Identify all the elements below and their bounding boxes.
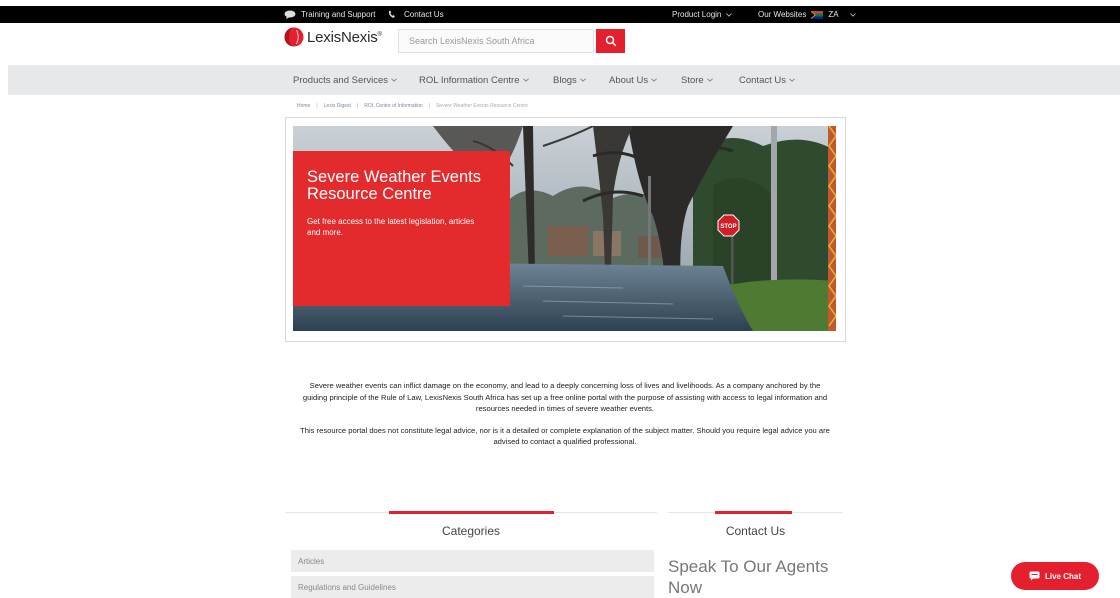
lexisnexis-logo-mark-icon bbox=[284, 27, 304, 47]
breadcrumb: Home | Lexis Digest | ROL Centre of Info… bbox=[297, 103, 528, 109]
chevron-down-icon bbox=[706, 78, 713, 82]
contact-us-top-link[interactable]: Contact Us bbox=[387, 6, 444, 23]
breadcrumb-current: Severe Weather Events Resource Centre bbox=[435, 103, 528, 109]
breadcrumb-separator: | bbox=[316, 103, 318, 109]
nav-products-services[interactable]: Products and Services bbox=[293, 65, 397, 95]
main-navigation: Products and Services ROL Information Ce… bbox=[8, 65, 1120, 95]
breadcrumb-lexis-digest[interactable]: Lexis Digest bbox=[324, 103, 351, 109]
breadcrumb-home[interactable]: Home bbox=[297, 103, 310, 109]
search-input[interactable]: Search LexisNexis South Africa bbox=[398, 29, 594, 53]
hero-title: Severe Weather Events Resource Centre bbox=[307, 168, 481, 203]
contact-heading: Speak To Our Agents Now bbox=[668, 557, 829, 597]
product-login-dropdown[interactable]: Product Login bbox=[672, 6, 733, 23]
nav-store[interactable]: Store bbox=[681, 65, 713, 95]
categories-title: Categories bbox=[441, 524, 501, 538]
breadcrumb-separator: | bbox=[356, 103, 359, 109]
category-item-label: Articles bbox=[298, 556, 325, 566]
top-utility-bar: Training and Support Contact Us Product … bbox=[0, 6, 1120, 23]
nav-about-us[interactable]: About Us bbox=[609, 65, 657, 95]
search-placeholder: Search LexisNexis South Africa bbox=[409, 36, 535, 46]
live-chat-button[interactable]: Live Chat bbox=[1011, 562, 1099, 590]
nav-label: Blogs bbox=[553, 74, 577, 86]
chevron-down-icon bbox=[579, 78, 586, 82]
intro-paragraph-1: Severe weather events can inflict damage… bbox=[302, 381, 828, 413]
training-support-link[interactable]: Training and Support bbox=[284, 6, 375, 23]
chevron-down-icon bbox=[651, 78, 657, 82]
lexisnexis-logo[interactable]: LexisNexis® bbox=[284, 27, 382, 47]
intro-text: Severe weather events can inflict damage… bbox=[300, 380, 830, 448]
live-chat-label: Live Chat bbox=[1044, 571, 1081, 581]
nav-label: About Us bbox=[609, 74, 649, 86]
nav-rol-information-centre[interactable]: ROL Information Centre bbox=[419, 65, 529, 95]
hero-text-panel: Severe Weather Events Resource Centre Ge… bbox=[293, 151, 510, 306]
product-login-label: Product Login bbox=[672, 10, 722, 19]
hero-subtitle: Get free access to the latest legislatio… bbox=[307, 217, 475, 237]
search-icon bbox=[605, 35, 616, 47]
our-websites-dropdown[interactable]: Our Websites ZA bbox=[758, 6, 856, 23]
stop-sign-text: STOP bbox=[720, 224, 736, 230]
chat-icon bbox=[1029, 571, 1040, 581]
breadcrumb-rol-centre[interactable]: ROL Centre of Information bbox=[364, 103, 422, 109]
contact-accent-bar bbox=[715, 511, 792, 514]
our-websites-label: Our Websites bbox=[758, 10, 807, 19]
south-africa-flag-icon bbox=[811, 10, 824, 19]
chat-bubble-icon bbox=[284, 10, 296, 19]
chevron-down-icon bbox=[849, 12, 856, 17]
nav-label: Contact Us bbox=[739, 74, 786, 86]
nav-blogs[interactable]: Blogs bbox=[553, 65, 586, 95]
phone-icon bbox=[388, 10, 395, 18]
chevron-down-icon bbox=[726, 12, 733, 17]
category-item-label: Regulations and Guidelines bbox=[298, 582, 396, 592]
categories-accent-bar bbox=[389, 511, 554, 514]
category-item-regulations[interactable]: Regulations and Guidelines bbox=[291, 576, 654, 598]
intro-paragraph-2: This resource portal does not constitute… bbox=[300, 425, 830, 447]
contact-title: Contact Us bbox=[725, 524, 786, 538]
contact-us-top-label: Contact Us bbox=[404, 10, 444, 19]
nav-contact-us[interactable]: Contact Us bbox=[739, 65, 795, 95]
nav-label: ROL Information Centre bbox=[419, 74, 520, 86]
country-code: ZA bbox=[828, 10, 839, 19]
training-support-label: Training and Support bbox=[301, 10, 376, 19]
nav-label: Products and Services bbox=[293, 74, 389, 86]
search-button[interactable] bbox=[596, 29, 625, 53]
chevron-down-icon bbox=[789, 78, 795, 82]
nav-label: Store bbox=[681, 74, 704, 86]
category-item-articles[interactable]: Articles bbox=[291, 550, 654, 572]
logo-text: LexisNexis® bbox=[307, 28, 382, 46]
chevron-down-icon bbox=[522, 78, 529, 82]
breadcrumb-separator: | bbox=[428, 103, 430, 109]
chevron-down-icon bbox=[391, 78, 397, 82]
